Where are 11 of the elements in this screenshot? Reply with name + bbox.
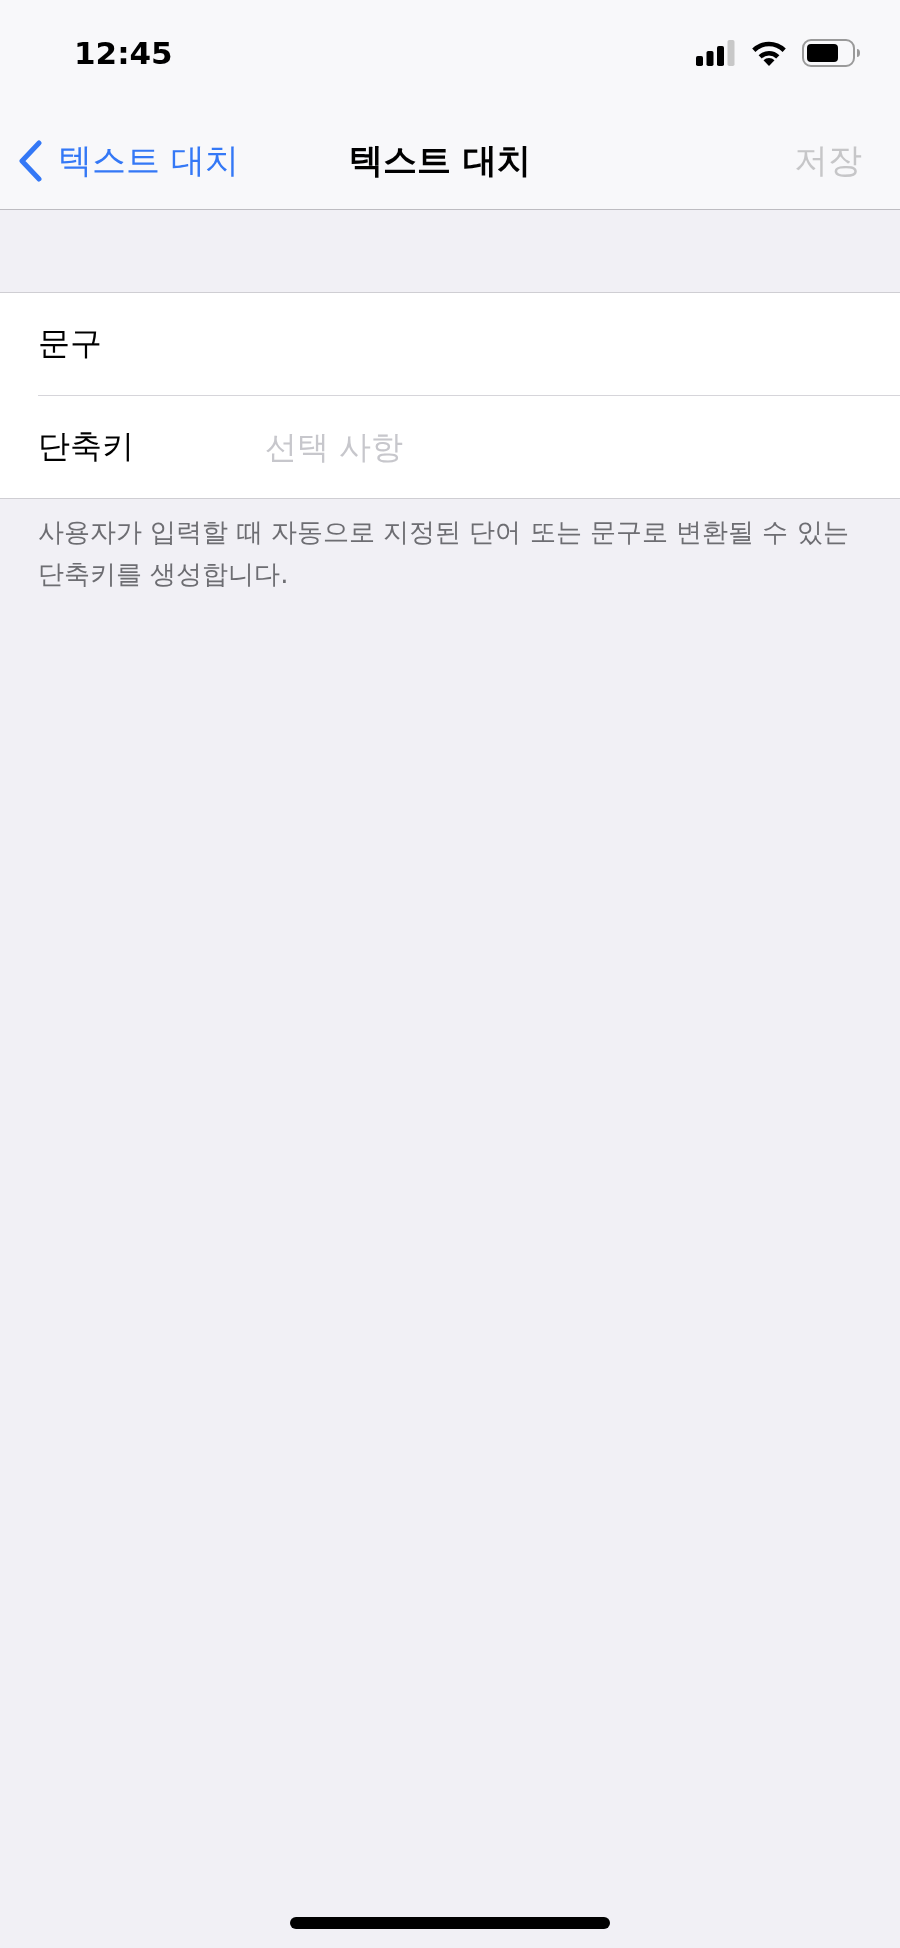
back-button[interactable]: 텍스트 대치 [18,137,239,184]
field-label: 문구 [38,323,103,364]
input-field[interactable]: 선택 사항 [265,417,862,477]
status-time: 12:45 [74,35,173,71]
battery-icon [802,39,860,67]
nav-title: 텍스트 대치 [349,138,531,182]
footer-note: 사용자가 입력할 때 자동으로 지정된 단어 또는 문구로 변환될 수 있는 단축키를 생성합니다. [37,516,850,591]
back-chevron-icon [18,139,42,182]
field-label: 단축키 [38,426,135,467]
wifi-icon [750,39,788,67]
signal-icon [696,40,736,66]
